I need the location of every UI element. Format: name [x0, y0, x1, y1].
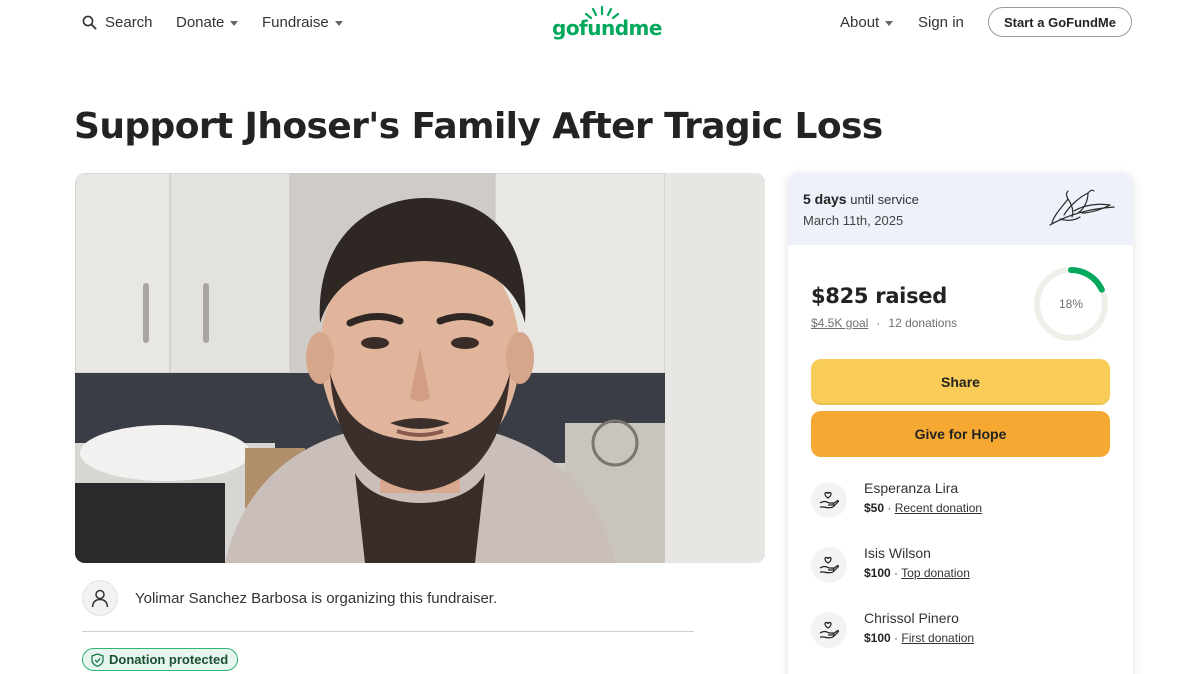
organizer-text: Yolimar Sanchez Barbosa is organizing th… [135, 589, 498, 607]
amount-raised: $825 raised [811, 284, 947, 308]
donor-meta: $100 · First donation [864, 631, 975, 645]
donor-name: Isis Wilson [864, 545, 931, 561]
shield-icon [91, 652, 104, 667]
goal-link[interactable]: $4.5K goal [811, 316, 868, 330]
donation-protected-badge[interactable]: Donation protected [82, 648, 239, 671]
search-label: Search [105, 13, 153, 31]
service-countdown: 5 days until service [803, 191, 919, 207]
give-for-hope-button[interactable]: Give for Hope [811, 411, 1110, 457]
user-icon [91, 589, 109, 608]
donor-meta: $50 · Recent donation [864, 501, 983, 515]
donor-item[interactable]: Esperanza Lira $50 · Recent donation [811, 480, 1111, 520]
search-icon [82, 15, 97, 30]
donation-protected-label: Donation protected [109, 652, 229, 667]
goal-line: $4.5K goal · 12 donations [811, 316, 957, 330]
donor-item[interactable]: Chrissol Pinero $100 · First donation [811, 610, 1111, 650]
share-button[interactable]: Share [811, 359, 1110, 405]
donation-count: 12 donations [888, 316, 958, 330]
donor-amount: $50 [864, 501, 885, 515]
donor-tag[interactable]: First donation [901, 631, 974, 645]
fundraise-menu[interactable]: Fundraise [262, 12, 343, 32]
sign-in-link[interactable]: Sign in [918, 12, 964, 32]
gofundme-logo[interactable]: gofundme [552, 5, 662, 41]
campaign-photo[interactable] [75, 173, 765, 563]
logo-text: gofundme [552, 16, 662, 40]
about-label: About [840, 13, 880, 31]
donor-tag[interactable]: Top donation [901, 566, 970, 580]
donor-item[interactable]: Isis Wilson $100 · Top donation [811, 545, 1111, 585]
heart-hand-icon [811, 612, 847, 648]
chevron-down-icon [230, 20, 239, 26]
lily-flower-icon [1049, 189, 1115, 226]
divider [82, 631, 694, 632]
donate-label: Donate [176, 13, 225, 31]
start-gofundme-button[interactable]: Start a GoFundMe [988, 7, 1132, 37]
donor-name: Chrissol Pinero [864, 610, 959, 626]
sign-in-label: Sign in [918, 13, 964, 31]
service-days: 5 days [803, 191, 847, 207]
service-until-text: until service [850, 192, 919, 207]
donate-menu[interactable]: Donate [176, 12, 239, 32]
avatar [82, 580, 118, 616]
chevron-down-icon [334, 20, 343, 26]
separator-dot: · [876, 316, 881, 330]
about-menu[interactable]: About [840, 12, 894, 32]
donor-tag[interactable]: Recent donation [895, 501, 982, 515]
donation-sidebar: 5 days until service March 11th, 2025 $8… [788, 173, 1133, 674]
fundraise-label: Fundraise [262, 13, 329, 31]
donor-name: Esperanza Lira [864, 480, 959, 496]
organizer-row: Yolimar Sanchez Barbosa is organizing th… [82, 580, 694, 616]
heart-hand-icon [811, 482, 847, 518]
donor-meta: $100 · Top donation [864, 566, 970, 580]
search-link[interactable]: Search [82, 12, 153, 32]
site-header: Search Donate Fundraise gofundme About S… [0, 0, 1200, 44]
service-banner: 5 days until service March 11th, 2025 [788, 173, 1133, 245]
donor-amount: $100 [864, 631, 891, 645]
progress-percent: 18% [1058, 297, 1084, 311]
chevron-down-icon [885, 20, 894, 26]
page-title: Support Jhoser's Family After Tragic Los… [74, 106, 883, 147]
donor-amount: $100 [864, 566, 891, 580]
service-date: March 11th, 2025 [803, 213, 904, 228]
heart-hand-icon [811, 547, 847, 583]
